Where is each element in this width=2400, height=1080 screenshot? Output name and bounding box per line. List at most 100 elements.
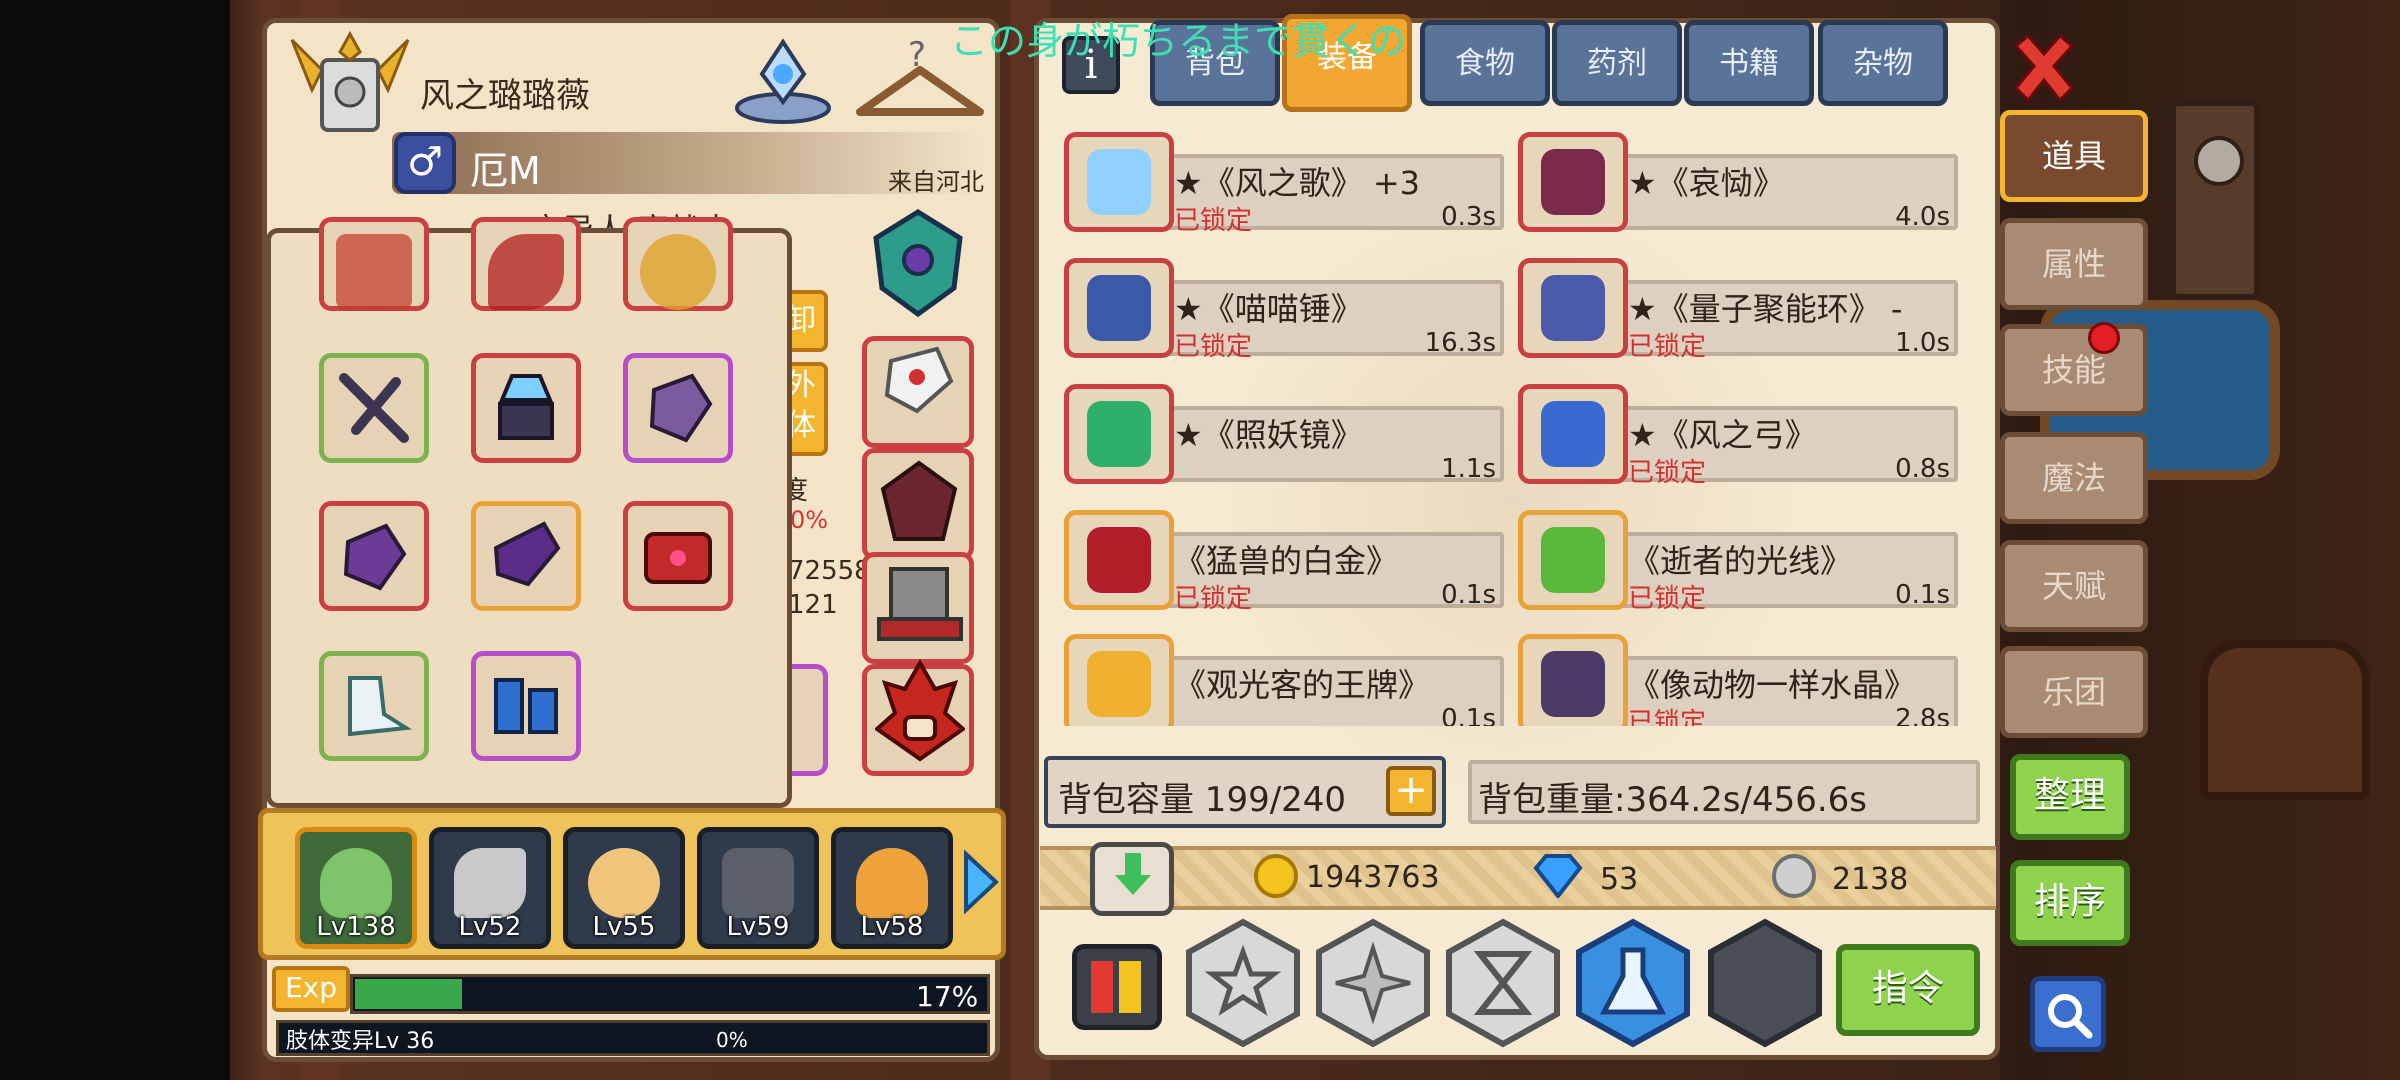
equip-slot[interactable] bbox=[319, 651, 429, 761]
dagger-icon bbox=[336, 234, 412, 310]
item-name: ★《风之歌》 +3 bbox=[1174, 164, 1421, 202]
item-art-icon bbox=[1087, 527, 1151, 593]
party-member[interactable]: Lv59 bbox=[697, 827, 819, 949]
inventory-item[interactable]: ★《风之歌》 +3 已锁定 0.3s bbox=[1064, 128, 1504, 236]
crystal-altar-icon[interactable] bbox=[732, 34, 834, 128]
equip-slot[interactable] bbox=[471, 651, 581, 761]
equip-slot[interactable] bbox=[471, 353, 581, 463]
side-tab-attributes[interactable]: 属性 bbox=[2000, 218, 2148, 310]
item-art-icon bbox=[1541, 527, 1605, 593]
gold-coin-icon bbox=[1254, 854, 1298, 898]
equip-slot-gloves[interactable] bbox=[862, 336, 974, 448]
inventory-item[interactable]: ★《哀恸》 4.0s bbox=[1518, 128, 1958, 234]
class-label: 厄M bbox=[470, 149, 541, 193]
party-member[interactable]: Lv52 bbox=[429, 827, 551, 949]
side-tab-talent[interactable]: 天赋 bbox=[2000, 540, 2148, 632]
inventory-item[interactable]: 《像动物一样水晶》 已锁定 2.8s bbox=[1518, 630, 1958, 726]
item-name: ★《量子聚能环》 - bbox=[1628, 290, 1903, 328]
side-tab-band[interactable]: 乐团 bbox=[2000, 646, 2148, 738]
stat-value: 121 bbox=[788, 590, 838, 620]
notification-dot bbox=[2088, 322, 2120, 354]
gender-male-icon: ♂ bbox=[394, 132, 456, 194]
compass-skill-icon[interactable] bbox=[1314, 918, 1432, 1048]
item-art-icon bbox=[1541, 651, 1605, 717]
command-button[interactable]: 指令 bbox=[1836, 944, 1980, 1036]
organize-button[interactable]: 整理 bbox=[2010, 754, 2130, 840]
inventory-item[interactable]: ★《量子聚能环》 - 已锁定 1.0s bbox=[1518, 254, 1958, 362]
sort-button[interactable]: 排序 bbox=[2010, 860, 2130, 946]
equip-slot-boots[interactable] bbox=[862, 552, 974, 664]
stash-button[interactable] bbox=[1090, 842, 1174, 916]
item-art-icon bbox=[1541, 401, 1605, 467]
equip-slot[interactable] bbox=[623, 501, 733, 611]
tab-food[interactable]: 食物 bbox=[1420, 20, 1550, 106]
search-icon[interactable] bbox=[2030, 976, 2106, 1052]
item-thumbnail bbox=[1518, 258, 1628, 358]
blue-boots-icon bbox=[494, 678, 558, 734]
inventory-item[interactable]: 《观光客的王牌》 0.1s bbox=[1064, 630, 1504, 726]
star-skill-icon[interactable] bbox=[1184, 918, 1302, 1048]
item-weight: 0.8s bbox=[1895, 454, 1950, 484]
equip-slot-armor[interactable] bbox=[862, 448, 974, 560]
exp-tag: Exp bbox=[272, 966, 350, 1012]
equip-slot[interactable] bbox=[623, 217, 733, 311]
item-lock-status: 已锁定 bbox=[1174, 332, 1253, 362]
item-art-icon bbox=[1541, 275, 1605, 341]
equip-slot[interactable] bbox=[623, 353, 733, 463]
party-member[interactable]: Lv58 bbox=[831, 827, 953, 949]
inventory-item[interactable]: ★《照妖镜》 1.1s bbox=[1064, 380, 1504, 486]
hourglass-skill-icon[interactable] bbox=[1444, 918, 1562, 1048]
inventory-item[interactable]: ★《风之弓》 已锁定 0.8s bbox=[1518, 380, 1958, 488]
dark-armor-portrait bbox=[722, 848, 794, 918]
side-tab-skills[interactable]: 技能 bbox=[2000, 324, 2148, 416]
equip-slot[interactable] bbox=[471, 501, 581, 611]
item-thumbnail bbox=[1064, 634, 1174, 726]
item-lock-status: 已锁定 bbox=[1628, 708, 1707, 726]
empty-skill-slot[interactable] bbox=[1706, 918, 1824, 1048]
equip-slot[interactable] bbox=[319, 353, 429, 463]
equip-slot-accessory[interactable] bbox=[862, 659, 974, 776]
tab-misc[interactable]: 杂物 bbox=[1818, 20, 1948, 106]
spiked-armor-icon bbox=[880, 460, 958, 541]
diamond-icon bbox=[1533, 854, 1583, 898]
party-next-arrow-icon[interactable] bbox=[960, 850, 1000, 914]
item-art-icon bbox=[1087, 401, 1151, 467]
white-gauntlet-icon bbox=[884, 346, 954, 414]
tab-books[interactable]: 书籍 bbox=[1684, 20, 1814, 106]
equip-slot[interactable] bbox=[319, 217, 429, 311]
silver-coin-icon bbox=[1772, 854, 1816, 898]
silver-amount: 2138 bbox=[1832, 862, 1909, 897]
item-weight: 1.0s bbox=[1895, 328, 1950, 358]
song-caption: この身が朽ちるまで貫くの bbox=[950, 19, 1407, 63]
flask-skill-icon[interactable] bbox=[1574, 918, 1692, 1048]
violet-claw-icon bbox=[493, 521, 561, 587]
item-lock-status: 已锁定 bbox=[1628, 584, 1707, 614]
close-icon[interactable] bbox=[2006, 32, 2082, 108]
inventory-item[interactable]: 《逝者的光线》 已锁定 0.1s bbox=[1518, 506, 1958, 614]
emblem-shield-icon[interactable] bbox=[870, 208, 966, 318]
side-tab-items[interactable]: 道具 bbox=[2000, 110, 2148, 202]
item-art-icon bbox=[1087, 275, 1151, 341]
download-arrow-icon bbox=[1115, 853, 1151, 895]
item-weight: 0.1s bbox=[1441, 704, 1496, 726]
red-claw-icon bbox=[488, 234, 564, 310]
party-member[interactable]: Lv55 bbox=[563, 827, 685, 949]
item-art-icon bbox=[1087, 651, 1151, 717]
expand-capacity-button[interactable]: + bbox=[1386, 766, 1436, 816]
exp-percent: 17% bbox=[916, 980, 979, 1013]
side-tab-magic[interactable]: 魔法 bbox=[2000, 432, 2148, 524]
member-level: Lv55 bbox=[592, 912, 656, 942]
inventory-item[interactable]: 《猛兽的白金》 已锁定 0.1s bbox=[1064, 506, 1504, 614]
item-weight: 2.8s bbox=[1895, 704, 1950, 726]
quickslot-number-button[interactable] bbox=[1072, 944, 1162, 1030]
member-level: Lv138 bbox=[316, 912, 396, 942]
item-weight: 0.1s bbox=[1895, 580, 1950, 610]
equip-slot[interactable] bbox=[471, 217, 581, 311]
tab-potion[interactable]: 药剂 bbox=[1552, 20, 1682, 106]
inventory-item[interactable]: ★《喵喵锤》 已锁定 16.3s bbox=[1064, 254, 1504, 362]
item-name: 《观光客的王牌》 bbox=[1174, 666, 1431, 704]
party-member[interactable]: Lv138 bbox=[295, 827, 417, 949]
equip-slot[interactable] bbox=[319, 501, 429, 611]
item-name: ★《照妖镜》 bbox=[1174, 416, 1363, 454]
gold-amount: 1943763 bbox=[1306, 860, 1440, 895]
